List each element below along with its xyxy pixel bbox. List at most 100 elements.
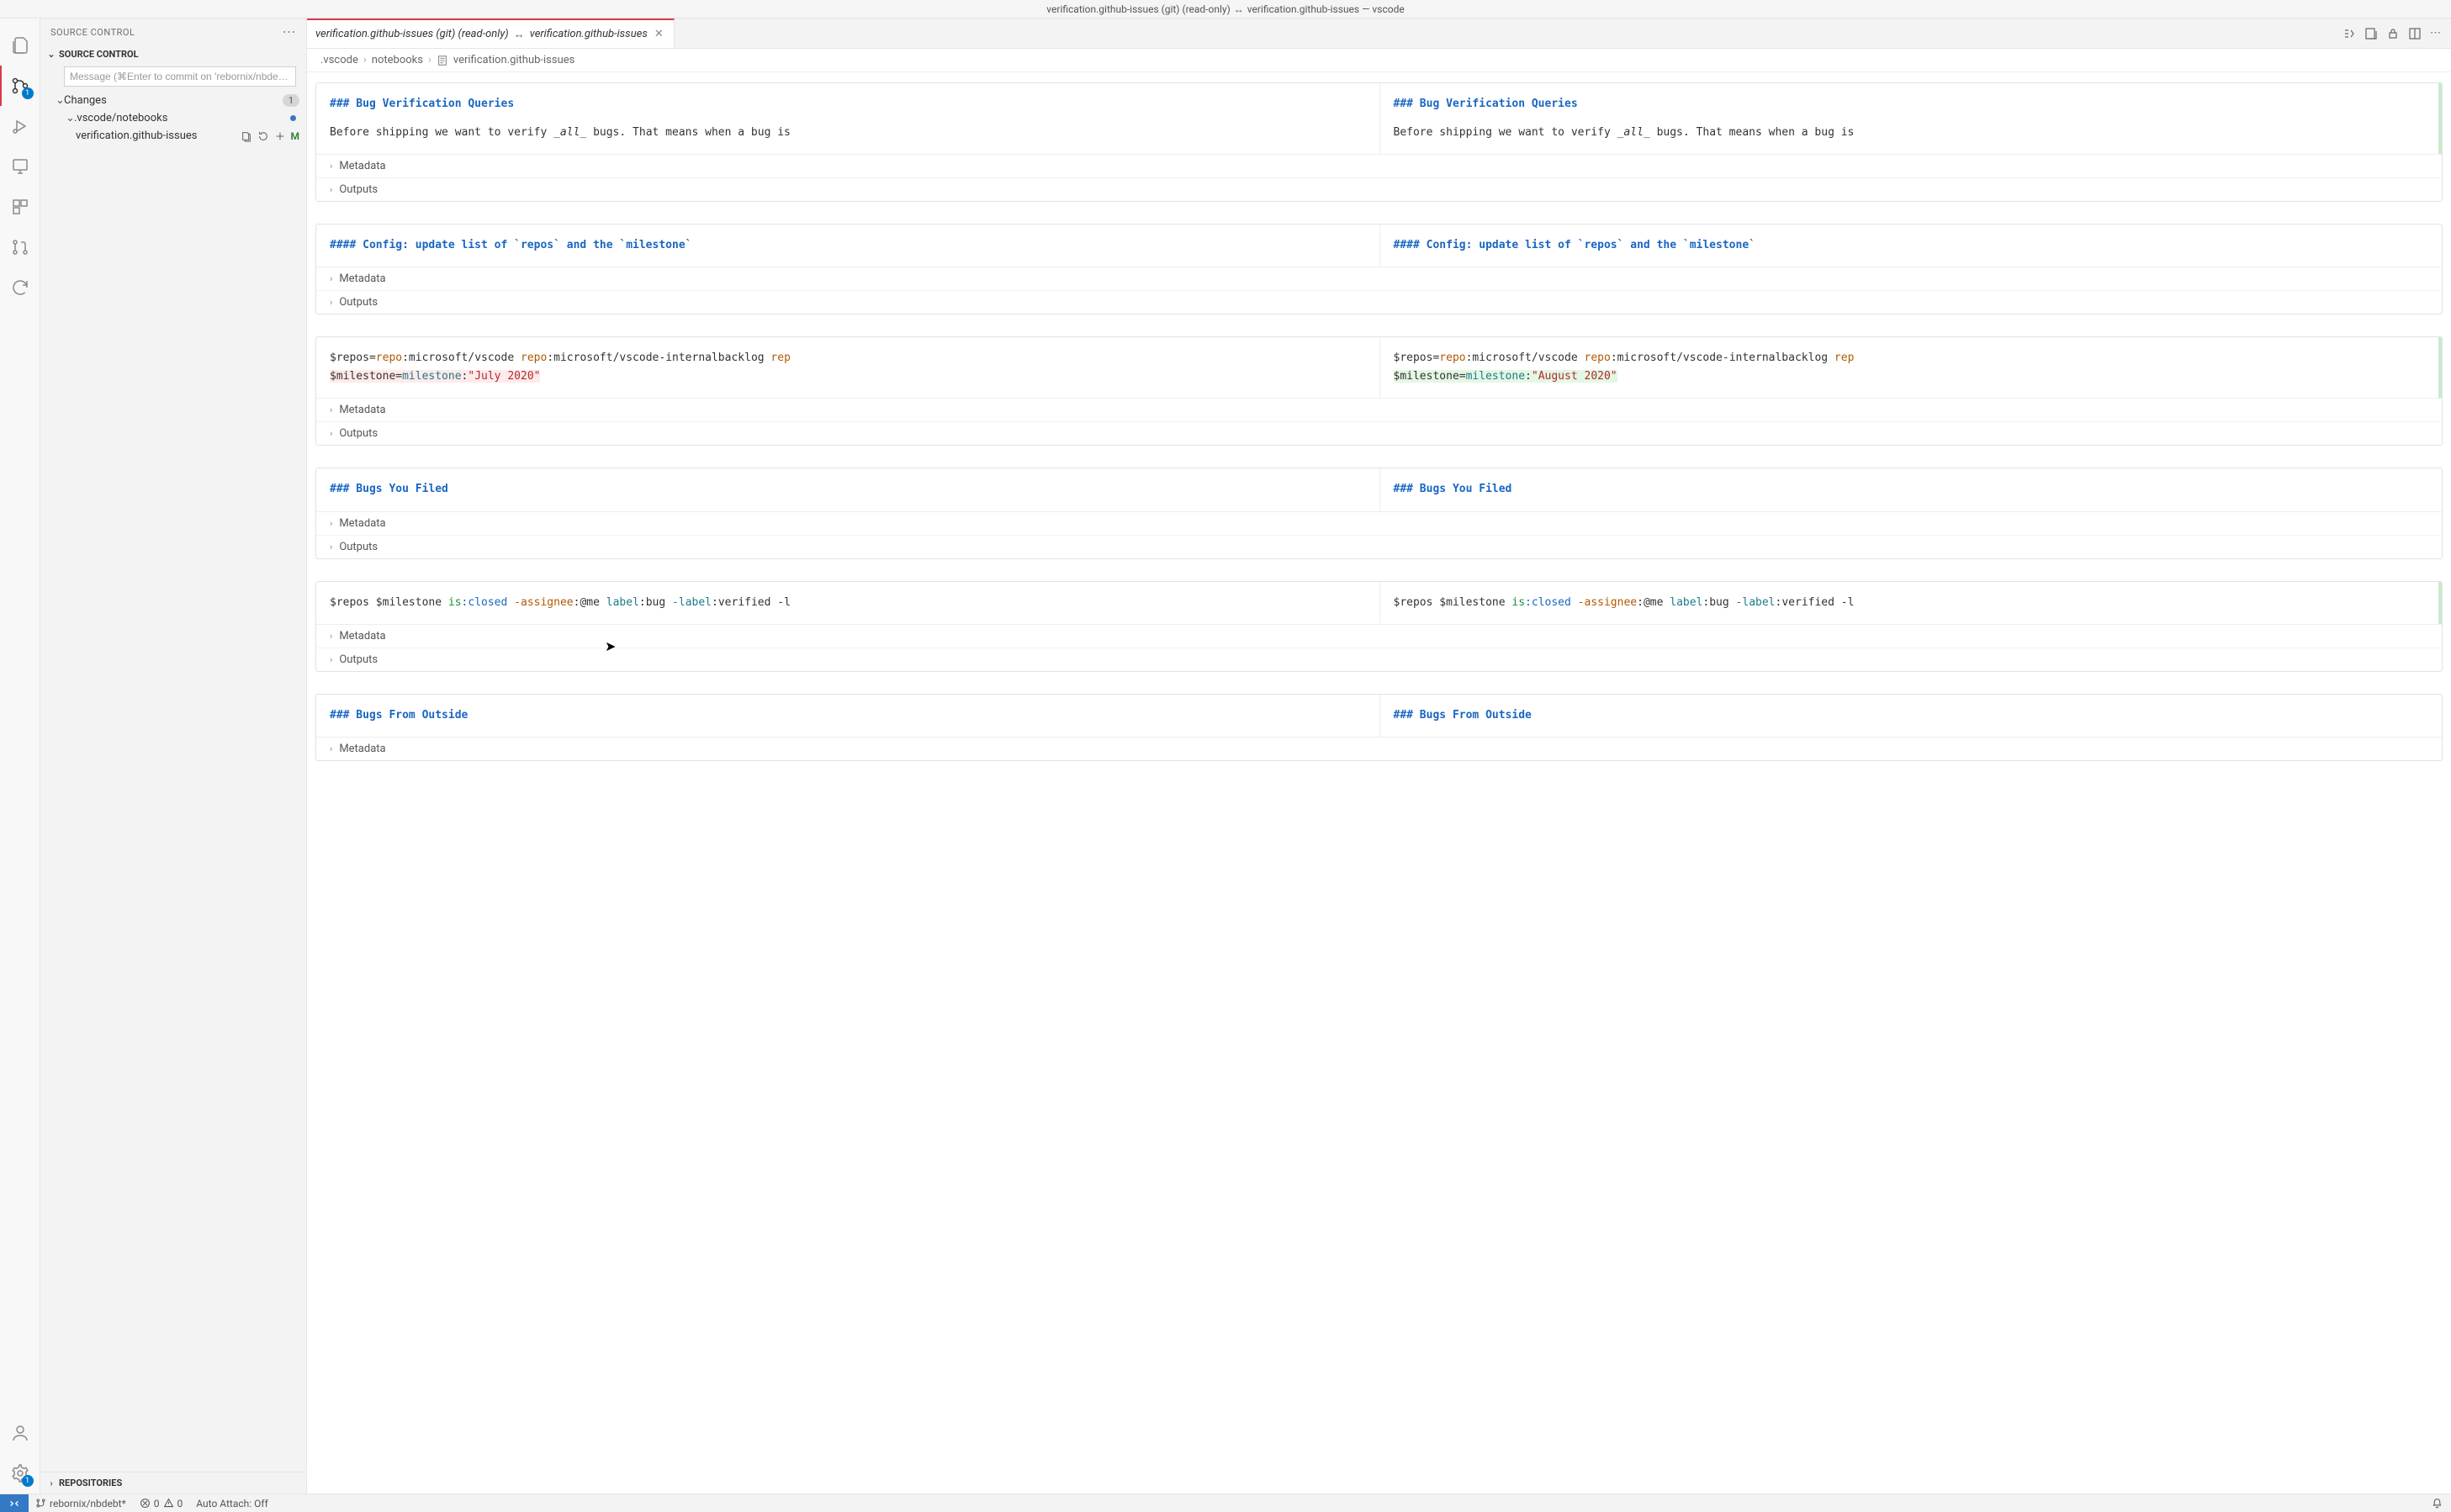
repositories-section-header[interactable]: › REPOSITORIES xyxy=(40,1472,306,1493)
settings-badge: 1 xyxy=(22,1475,34,1487)
metadata-row[interactable]: ›Metadata xyxy=(316,267,2442,290)
metadata-row[interactable]: ›Metadata xyxy=(316,625,2442,648)
tok: label xyxy=(1670,596,1702,609)
activity-run[interactable] xyxy=(0,106,40,146)
close-tab-icon[interactable]: ✕ xyxy=(653,28,665,40)
md-heading: ### Bugs You Filed xyxy=(330,483,448,495)
branch-indicator[interactable]: rebornix/nbdebt* xyxy=(29,1498,133,1509)
md-body: Before shipping we want to verify _all_ … xyxy=(1394,124,2429,142)
open-file-icon[interactable] xyxy=(241,130,252,142)
scm-section-header[interactable]: ⌄ SOURCE CONTROL xyxy=(40,45,306,63)
activity-sync[interactable] xyxy=(0,267,40,308)
open-changes-icon[interactable] xyxy=(2364,27,2378,40)
file-label: verification.github-issues xyxy=(76,130,241,142)
commit-message-input[interactable] xyxy=(64,66,296,87)
problems-indicator[interactable]: 0 0 xyxy=(133,1498,190,1509)
auto-attach-indicator[interactable]: Auto Attach: Off xyxy=(189,1498,275,1509)
editor-area: verification.github-issues (git) (read-o… xyxy=(307,19,2451,1493)
md-heading: ### Bugs From Outside xyxy=(330,709,468,722)
editor-tab-diff[interactable]: verification.github-issues (git) (read-o… xyxy=(307,19,675,48)
breadcrumb-sep-icon: › xyxy=(363,54,367,66)
folder-row[interactable]: ⌄ .vscode/notebooks xyxy=(40,109,306,127)
md-em: _all_ xyxy=(1617,126,1650,139)
more-actions-icon[interactable]: ⋯ xyxy=(2430,27,2441,40)
diff-editor-scroll[interactable]: ### Bug Verification Queries Before ship… xyxy=(307,72,2451,1493)
tok: -l xyxy=(1841,596,1855,609)
stage-changes-icon[interactable] xyxy=(274,130,286,142)
tok: :verified xyxy=(1776,596,1841,609)
file-row[interactable]: verification.github-issues M xyxy=(40,127,306,145)
split-editor-icon[interactable] xyxy=(2408,27,2422,40)
breadcrumb-vscode[interactable]: .vscode xyxy=(320,54,358,66)
tok: repo xyxy=(521,352,547,364)
branch-name: rebornix/nbdebt* xyxy=(50,1498,126,1509)
changes-row[interactable]: ⌄ Changes 1 xyxy=(40,92,306,109)
bell-icon xyxy=(2432,1498,2443,1509)
metadata-row[interactable]: › Metadata xyxy=(316,155,2442,177)
code-line-added: $milestone=milestone:"August 2020" xyxy=(1394,370,1617,383)
activity-remote[interactable] xyxy=(0,146,40,187)
outputs-label: Outputs xyxy=(339,427,378,440)
outputs-row[interactable]: ›Outputs xyxy=(316,648,2442,671)
discard-changes-icon[interactable] xyxy=(257,130,269,142)
notifications-indicator[interactable] xyxy=(2425,1498,2451,1509)
md-heading: #### Config: update list of `repos` and … xyxy=(1394,239,1755,251)
tok: $repos= xyxy=(1394,352,1440,364)
git-branch-icon xyxy=(35,1498,46,1509)
chevron-right-icon: › xyxy=(330,654,332,665)
outputs-row[interactable]: ›Outputs xyxy=(316,290,2442,314)
sidebar-more-icon[interactable]: ⋯ xyxy=(283,25,297,39)
outputs-row[interactable]: ›Outputs xyxy=(316,535,2442,558)
error-count: 0 xyxy=(154,1498,160,1509)
activity-settings[interactable]: 1 xyxy=(0,1453,40,1493)
status-bar: rebornix/nbdebt* 0 0 Auto Attach: Off xyxy=(0,1493,2451,1512)
tab-right-label: verification.github-issues xyxy=(530,28,648,40)
outputs-row[interactable]: ›Outputs xyxy=(316,421,2442,445)
metadata-label: Metadata xyxy=(339,160,385,172)
activity-account[interactable] xyxy=(0,1413,40,1453)
tok: -assignee xyxy=(1578,596,1637,609)
code-line: $repos $milestone is:closed -assignee:@m… xyxy=(1394,594,2429,612)
activity-explorer[interactable] xyxy=(0,25,40,66)
code-line: $repos $milestone is:closed -assignee:@m… xyxy=(330,594,1366,612)
chevron-down-icon: ⌄ xyxy=(66,112,74,124)
breadcrumb-notebooks[interactable]: notebooks xyxy=(372,54,423,66)
activity-extensions[interactable] xyxy=(0,187,40,227)
metadata-row[interactable]: ›Metadata xyxy=(316,512,2442,535)
tok: :@me xyxy=(1637,596,1670,609)
tok: :microsoft/vscode-internalbacklog xyxy=(1611,352,1834,364)
remote-indicator[interactable] xyxy=(0,1494,29,1512)
play-bug-icon xyxy=(10,116,30,136)
activity-source-control[interactable]: 1 xyxy=(0,66,40,106)
md-heading: ### Bug Verification Queries xyxy=(330,98,514,110)
metadata-row[interactable]: ›Metadata xyxy=(316,399,2442,421)
chevron-right-icon: › xyxy=(330,743,332,754)
compare-changes-icon[interactable] xyxy=(2342,27,2356,40)
breadcrumb-sep-icon: › xyxy=(428,54,431,66)
metadata-row[interactable]: › Metadata xyxy=(316,737,2442,760)
outputs-row[interactable]: ›Outputs xyxy=(316,177,2442,201)
metadata-label: Metadata xyxy=(339,743,385,755)
diff-left: $repos $milestone is:closed -assignee:@m… xyxy=(316,582,1379,624)
activity-pull-requests[interactable] xyxy=(0,227,40,267)
lock-icon[interactable] xyxy=(2386,27,2400,40)
diff-right: ### Bugs From Outside xyxy=(1379,695,2443,737)
remote-explorer-icon xyxy=(10,156,30,177)
tok: -assignee xyxy=(514,596,573,609)
tok: :verified xyxy=(712,596,777,609)
titlebar-arrows-icon: ↔ xyxy=(1234,3,1244,15)
tok: :microsoft/vscode xyxy=(402,352,521,364)
code-line: $repos=repo:microsoft/vscode repo:micros… xyxy=(330,349,1366,367)
file-actions xyxy=(241,130,286,142)
changes-label: Changes xyxy=(64,94,283,107)
chevron-right-icon: › xyxy=(330,518,332,529)
tok: :closed xyxy=(1525,596,1578,609)
chevron-right-icon: › xyxy=(330,161,332,172)
md-heading: ### Bugs From Outside xyxy=(1394,709,1532,722)
chevron-down-icon: ⌄ xyxy=(47,49,56,60)
md-text: Before shipping we want to verify xyxy=(1394,126,1617,139)
titlebar-left: verification.github-issues (git) (read-o… xyxy=(1046,3,1230,15)
breadcrumbs: .vscode › notebooks › verification.githu… xyxy=(307,49,2451,72)
breadcrumb-file[interactable]: verification.github-issues xyxy=(453,54,574,66)
md-body: Before shipping we want to verify _all_ … xyxy=(330,124,1366,142)
